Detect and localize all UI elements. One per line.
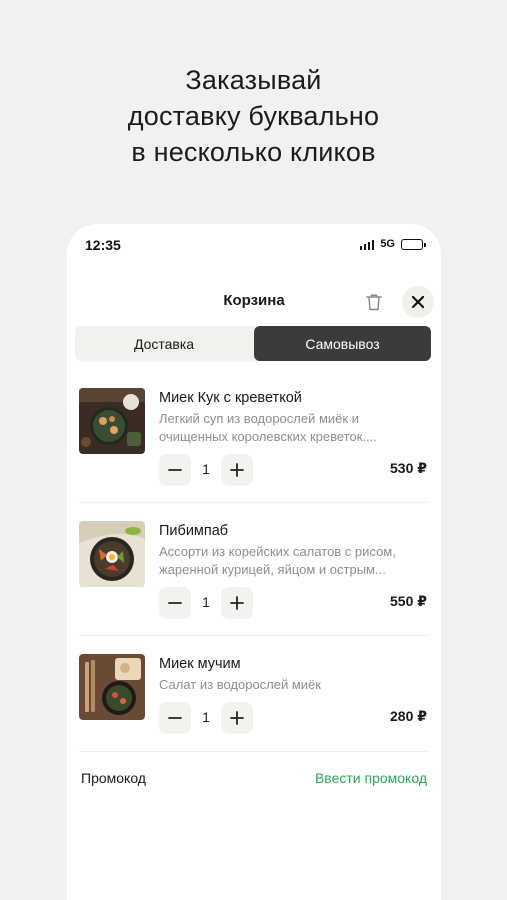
decrease-button[interactable] [159, 702, 191, 734]
clear-cart-button[interactable] [361, 288, 387, 316]
status-bar: 12:35 5G [85, 236, 426, 256]
plus-icon [230, 463, 244, 477]
enter-promo-code-link[interactable]: Ввести промокод [315, 770, 427, 786]
item-description-line: жаренной курицей, яйцом и острым... [159, 562, 386, 577]
status-icons: 5G [359, 238, 426, 250]
cart-item: Миек Кук с креветкой Легкий суп из водор… [67, 388, 441, 520]
item-description: Салат из водорослей миёк [159, 676, 427, 694]
divider [79, 751, 429, 752]
headline-line-2: доставку буквально [127, 101, 380, 131]
item-photo-miek-muchim [79, 654, 145, 720]
item-description-line: очищенных королевских креветок.... [159, 429, 377, 444]
promo-headline: Заказывай доставку буквально в несколько… [0, 62, 507, 170]
quantity-stepper: 1 [159, 454, 255, 486]
trash-icon [366, 294, 382, 311]
item-name: Миек мучим [159, 656, 241, 672]
item-description-line: Салат из водорослей миёк [159, 677, 321, 692]
increase-button[interactable] [221, 454, 253, 486]
headline-line-1: Заказывай [185, 65, 322, 95]
tab-delivery[interactable]: Доставка [75, 326, 253, 361]
quantity-value: 1 [202, 595, 210, 610]
item-description: Легкий суп из водорослей миёк и очищенны… [159, 410, 427, 446]
quantity-value: 1 [202, 710, 210, 725]
cart-header: Корзина [67, 282, 441, 322]
item-name: Миек Кук с креветкой [159, 390, 302, 406]
signal-icon [359, 239, 375, 250]
item-name: Пибимпаб [159, 523, 229, 539]
delivery-mode-switch: Доставка Самовывоз [75, 326, 431, 361]
status-time: 12:35 [85, 237, 121, 253]
close-button[interactable] [402, 286, 434, 318]
decrease-button[interactable] [159, 454, 191, 486]
item-photo-bibimbap [79, 521, 145, 587]
item-photo-miek-kuk [79, 388, 145, 454]
item-description-line: Легкий суп из водорослей миёк и [159, 411, 359, 426]
close-icon [412, 296, 424, 308]
item-price: 280 ₽ [390, 708, 427, 724]
promo-code-row: Промокод Ввести промокод [67, 764, 441, 794]
increase-button[interactable] [221, 702, 253, 734]
battery-icon [401, 238, 426, 250]
decrease-button[interactable] [159, 587, 191, 619]
headline-line-3: в несколько кликов [131, 137, 376, 167]
item-description: Ассорти из корейских салатов с рисом, жа… [159, 543, 427, 579]
divider [79, 502, 429, 503]
plus-icon [230, 596, 244, 610]
quantity-stepper: 1 [159, 587, 255, 619]
quantity-value: 1 [202, 462, 210, 477]
item-description-line: Ассорти из корейских салатов с рисом, [159, 544, 396, 559]
quantity-stepper: 1 [159, 702, 255, 734]
minus-icon [168, 717, 182, 719]
minus-icon [168, 602, 182, 604]
item-price: 550 ₽ [390, 593, 427, 609]
phone-screen: 12:35 5G Корзина Доставка Самовывоз Миек… [67, 224, 441, 900]
minus-icon [168, 469, 182, 471]
item-price: 530 ₽ [390, 460, 427, 476]
network-label: 5G [380, 238, 395, 250]
cart-item: Пибимпаб Ассорти из корейских салатов с … [67, 521, 441, 653]
divider [79, 635, 429, 636]
increase-button[interactable] [221, 587, 253, 619]
tab-pickup[interactable]: Самовывоз [254, 326, 431, 361]
plus-icon [230, 711, 244, 725]
promo-code-label: Промокод [81, 770, 146, 786]
